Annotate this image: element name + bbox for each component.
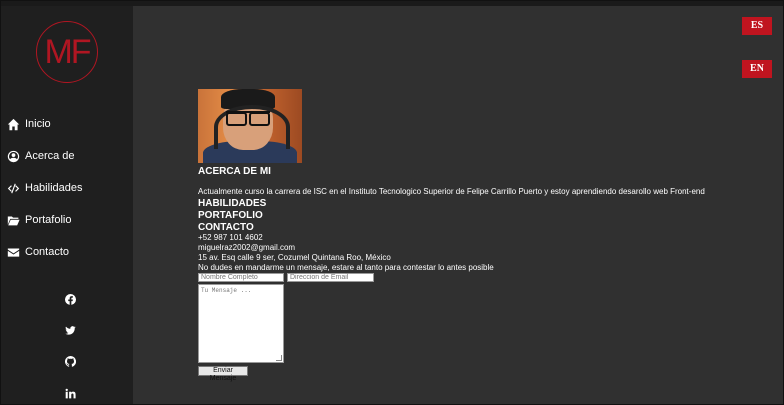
home-icon	[7, 118, 20, 130]
send-message-button[interactable]: Enviar Mensaje	[198, 366, 248, 382]
message-placeholder: Tu Mensaje ...	[201, 287, 252, 294]
profile-photo	[198, 89, 302, 163]
about-text: Actualmente curso la carrera de ISC en e…	[198, 187, 705, 196]
portfolio-heading: PORTAFOLIO	[198, 210, 263, 221]
github-link[interactable]	[63, 354, 77, 368]
nav-item-habilidades[interactable]: Habilidades	[7, 178, 82, 198]
language-en-button[interactable]: EN	[742, 60, 772, 78]
user-circle-icon	[7, 150, 20, 162]
language-es-button[interactable]: ES	[742, 17, 772, 35]
twitter-link[interactable]	[63, 323, 77, 337]
contact-email[interactable]: miguelraz2002@gmail.com	[198, 243, 295, 252]
facebook-icon	[64, 293, 76, 305]
about-title: ACERCA DE MI	[198, 166, 271, 177]
logo[interactable]: MF	[36, 21, 98, 83]
nav-item-acerca-de[interactable]: Acerca de	[7, 146, 75, 166]
nav-item-label: Acerca de	[25, 150, 75, 162]
contact-note: No dudes en mandarme un mensaje, estare …	[198, 263, 494, 272]
facebook-link[interactable]	[63, 292, 77, 306]
sidebar: MF Inicio Acerca de Habilidades Portafol…	[1, 6, 133, 404]
browser-frame: MF Inicio Acerca de Habilidades Portafol…	[0, 0, 784, 405]
nav-item-label: Portafolio	[25, 214, 72, 226]
name-input[interactable]: Nombre Completo	[198, 273, 284, 282]
contact-address: 15 av. Esq calle 9 ser, Cozumel Quintana…	[198, 253, 391, 262]
email-input[interactable]: Direccion de Email	[287, 273, 374, 282]
nav-item-portafolio[interactable]: Portafolio	[7, 210, 71, 230]
message-textarea[interactable]: Tu Mensaje ...	[198, 284, 284, 363]
envelope-icon	[7, 247, 20, 257]
twitter-icon	[64, 325, 76, 335]
folder-icon	[7, 215, 20, 225]
resize-grip[interactable]	[276, 355, 282, 361]
code-icon	[7, 183, 20, 193]
nav-item-label: Inicio	[25, 118, 51, 130]
contact-phone: +52 987 101 4602	[198, 233, 263, 242]
nav-item-inicio[interactable]: Inicio	[7, 114, 51, 134]
contact-heading: CONTACTO	[198, 222, 254, 233]
github-icon	[64, 355, 76, 367]
skills-heading: HABILIDADES	[198, 198, 267, 209]
nav-item-label: Contacto	[25, 246, 70, 258]
nav-item-contacto[interactable]: Contacto	[7, 242, 69, 262]
linkedin-link[interactable]	[63, 386, 77, 400]
nav-item-label: Habilidades	[25, 182, 83, 194]
linkedin-icon	[65, 388, 76, 398]
